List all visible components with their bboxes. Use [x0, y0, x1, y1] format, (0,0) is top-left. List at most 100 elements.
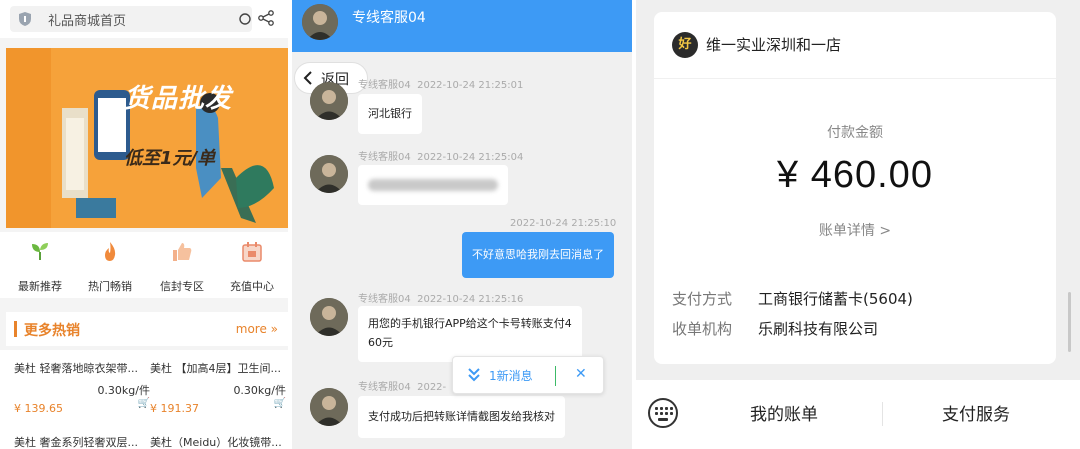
timestamp: 2022-10-24 21:25:04 [417, 152, 524, 163]
bill-detail-link[interactable]: 账单详情 > [654, 220, 1056, 240]
chevron-left-icon [303, 71, 312, 85]
divider [882, 402, 883, 426]
hot-section-header: 更多热销 more » [6, 312, 288, 346]
message-bubble[interactable] [358, 165, 508, 205]
merchant-logo: 好 [672, 32, 698, 58]
avatar-image [310, 388, 348, 426]
share-icon[interactable] [258, 10, 274, 26]
product-weight: 0.30kg/件 [97, 384, 150, 397]
new-message-toast[interactable]: 1新消息 ✕ [452, 356, 604, 394]
chat-title: 专线客服04 [352, 10, 426, 26]
avatar-image [310, 82, 348, 120]
cart-icon[interactable]: 🛒 [274, 398, 286, 409]
nav-item-envelope[interactable]: 信封专区 [150, 240, 214, 294]
scrollbar[interactable] [1068, 292, 1071, 352]
acquirer-label: 收单机构 [672, 320, 733, 338]
banner-subtitle: 低至1元/单 [124, 148, 216, 169]
search-text: 礼品商城首页 [48, 14, 127, 29]
divider [555, 366, 556, 386]
timestamp: 2022-10-24 21:25:01 [417, 80, 524, 91]
avatar[interactable] [310, 82, 348, 120]
timestamp: 2022-10-24 21:25:16 [417, 294, 524, 305]
sender-name: 专线客服04 [358, 382, 411, 393]
search-input[interactable]: 礼品商城首页 [10, 6, 252, 32]
amount-label: 付款金额 [827, 125, 883, 141]
close-icon[interactable]: ✕ [575, 366, 587, 382]
avatar[interactable] [310, 298, 348, 336]
message-text: 不好意思哈我刚去回消息了 [472, 248, 604, 261]
cart-icon[interactable]: 🛒 [138, 398, 150, 409]
promo-banner[interactable]: 货品批发 低至1元/单 [6, 48, 288, 228]
own-message-bubble[interactable]: 不好意思哈我刚去回消息了 [462, 232, 614, 278]
reload-icon[interactable] [238, 12, 252, 26]
sender-name: 专线客服04 [358, 152, 411, 163]
sender-name: 专线客服04 [358, 294, 411, 305]
search-bar: 礼品商城首页 [0, 0, 288, 38]
chat-screen: 专线客服04 返回 专线客服04 2022-10-24 21:25:01 河北银… [292, 0, 632, 449]
payment-service-button[interactable]: 支付服务 [942, 400, 1010, 425]
shield-icon [19, 12, 31, 26]
payment-method-label: 支付方式 [672, 290, 733, 308]
sprout-icon [32, 243, 48, 260]
thumbs-up-icon [173, 243, 192, 261]
flame-icon [105, 242, 116, 261]
product-name[interactable]: 美杜 奢金系列轻奢双层... [14, 434, 138, 449]
avatar-image [310, 298, 348, 336]
avatar-image [302, 4, 338, 40]
banner-illustration [6, 48, 288, 228]
banner-title: 货品批发 [124, 84, 233, 114]
product-price: ¥ 191.37 [150, 402, 199, 415]
payment-amount: ¥ 460.00 [777, 154, 933, 196]
product-name: 美杜 【加高4层】卫生间... [150, 362, 281, 375]
message-meta: 专线客服04 2022-10-24 21:25:04 [358, 148, 523, 163]
product-weight: 0.30kg/件 [233, 384, 286, 397]
message-meta: 专线客服04 2022- [358, 378, 446, 393]
category-nav: 最新推荐 热门畅销 信封专区 充值中心 [0, 232, 288, 298]
redacted-text [368, 179, 498, 191]
avatar[interactable] [310, 155, 348, 193]
product-card[interactable]: 美杜 轻奢落地晾衣架带... 0.30kg/件 ¥ 139.65 🛒 [14, 360, 150, 415]
payment-screen: 好 维一实业深圳和一店 付款金额 ¥ 460.00 账单详情 > 支付方式 工商… [636, 0, 1080, 449]
new-message-label: 1新消息 [489, 369, 533, 383]
nav-label-latest: 最新推荐 [18, 280, 62, 293]
divider [654, 78, 1056, 79]
section-title: 更多热销 [24, 323, 80, 339]
product-name: 美杜 轻奢落地晾衣架带... [14, 362, 138, 375]
merchant-name: 维一实业深圳和一店 [706, 36, 842, 54]
nav-label-hot: 热门畅销 [88, 280, 132, 293]
payment-card: 好 维一实业深圳和一店 付款金额 ¥ 460.00 账单详情 > 支付方式 工商… [654, 12, 1056, 364]
product-grid: 美杜 轻奢落地晾衣架带... 0.30kg/件 ¥ 139.65 🛒 美杜 【加… [0, 350, 288, 449]
payment-method-value: 工商银行储蓄卡(5604) [758, 290, 913, 308]
nav-item-hot[interactable]: 热门畅销 [78, 240, 142, 294]
product-price: ¥ 139.65 [14, 402, 63, 415]
message-bubble[interactable]: 支付成功后把转账详情截图发给我核对 [358, 396, 565, 438]
shop-screen: 礼品商城首页 货品批发 低至1元/单 最新推荐 热门畅销 信封专区 充值中心 更… [0, 0, 288, 449]
acquirer-value: 乐刷科技有限公司 [758, 320, 879, 338]
calendar-icon [242, 242, 262, 262]
avatar [302, 4, 338, 40]
avatar[interactable] [310, 388, 348, 426]
avatar-image [310, 155, 348, 193]
message-text: 河北银行 [368, 107, 412, 120]
nav-item-recharge[interactable]: 充值中心 [220, 240, 284, 294]
message-meta: 专线客服04 2022-10-24 21:25:16 [358, 290, 523, 305]
double-chevron-down-icon [468, 368, 480, 382]
section-marker [14, 321, 17, 337]
nav-label-envelope: 信封专区 [160, 280, 204, 293]
sender-name: 专线客服04 [358, 80, 411, 91]
message-bubble[interactable]: 河北银行 [358, 94, 422, 134]
my-bills-button[interactable]: 我的账单 [750, 400, 818, 425]
message-bubble[interactable]: 用您的手机银行APP给这个卡号转账支付4 60元 [358, 306, 582, 362]
message-text: 用您的手机银行APP给这个卡号转账支付4 [368, 317, 572, 330]
keyboard-icon[interactable] [648, 398, 678, 428]
product-name[interactable]: 美杜（Meidu）化妆镜带... [150, 434, 282, 449]
message-text: 支付成功后把转账详情截图发给我核对 [368, 410, 555, 423]
message-text: 60元 [368, 336, 393, 349]
product-card[interactable]: 美杜 【加高4层】卫生间... 0.30kg/件 ¥ 191.37 🛒 [150, 360, 286, 415]
timestamp: 2022- [417, 382, 447, 393]
bottom-bar: 我的账单 支付服务 [636, 380, 1080, 449]
message-meta: 专线客服04 2022-10-24 21:25:01 [358, 76, 523, 91]
nav-item-latest[interactable]: 最新推荐 [8, 240, 72, 294]
chat-header: 专线客服04 [292, 0, 632, 52]
more-link[interactable]: more » [236, 322, 278, 336]
